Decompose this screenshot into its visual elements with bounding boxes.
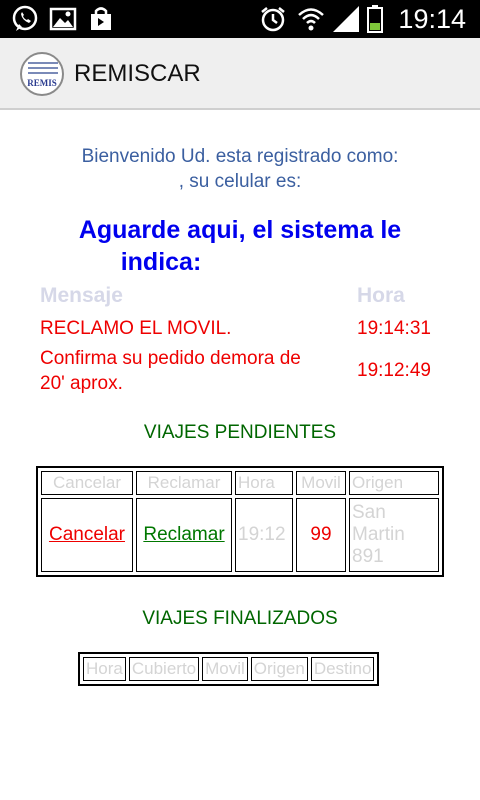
cancel-cell: Cancelar — [41, 498, 133, 572]
trip-origin-line-3: 891 — [352, 546, 384, 567]
signal-icon — [330, 6, 362, 32]
table-header-row: Cancelar Reclamar Hora Movil Origen — [41, 471, 439, 495]
alarm-icon — [258, 6, 288, 32]
trip-origin-line-2: Martin — [352, 524, 405, 545]
messages-header-time: Hora — [357, 284, 405, 307]
trip-origin: San Martin 891 — [349, 498, 439, 572]
messages-header-message: Mensaje — [40, 284, 123, 307]
header-origin: Origen — [349, 471, 439, 495]
wait-heading-line-1: Aguarde aqui, el sistema le — [78, 216, 402, 244]
trip-movil: 99 — [296, 498, 346, 572]
whatsapp-icon — [10, 5, 40, 32]
claim-cell: Reclamar — [136, 498, 232, 572]
status-bar: 19:14 — [0, 0, 480, 38]
claim-link[interactable]: Reclamar — [143, 524, 224, 545]
clock-time: 19:14 — [398, 4, 466, 34]
cancel-link[interactable]: Cancelar — [49, 524, 125, 545]
app-title: REMISCAR — [74, 60, 201, 87]
finished-trips-title: VIAJES FINALIZADOS — [142, 608, 338, 629]
pending-trips-table: Cancelar Reclamar Hora Movil Origen Canc… — [36, 466, 444, 577]
header-movil: Movil — [202, 657, 248, 681]
table-header-row: Hora Cubierto Movil Origen Destino — [83, 657, 375, 681]
table-row: Cancelar Reclamar 19:12 99 San Martin 89… — [41, 498, 439, 572]
shopping-bag-icon — [86, 6, 116, 32]
action-bar: REMIS REMISCAR — [0, 38, 480, 110]
trip-origin-line-1: San — [352, 502, 386, 523]
header-claim: Reclamar — [136, 471, 232, 495]
message-row-1-text: RECLAMO EL MOVIL. — [40, 318, 232, 339]
trip-time: 19:12 — [235, 498, 293, 572]
message-row-2-text-line-1: Confirma su pedido demora de — [40, 348, 301, 369]
app-logo[interactable]: REMIS — [20, 52, 64, 96]
message-row-2-text-line-2: 20' aprox. — [40, 373, 123, 394]
logo-lines — [28, 62, 58, 77]
header-origin: Origen — [250, 657, 308, 681]
message-row-2-time: 19:12:49 — [357, 360, 431, 381]
wifi-icon — [296, 6, 326, 32]
header-time: Hora — [83, 657, 126, 681]
wait-heading-line-2: indica: — [120, 248, 202, 276]
message-row-1-time: 19:14:31 — [357, 318, 431, 339]
header-time: Hora — [235, 471, 293, 495]
welcome-line-2: , su celular es: — [178, 171, 302, 192]
pending-trips-title: VIAJES PENDIENTES — [143, 422, 337, 443]
logo-text: REMIS — [27, 78, 57, 88]
header-destination: Destino — [310, 657, 375, 681]
welcome-line-1: Bienvenido Ud. esta registrado como: — [81, 146, 399, 167]
gallery-icon — [48, 6, 78, 32]
header-covered: Cubierto — [128, 657, 200, 681]
header-cancel: Cancelar — [41, 471, 133, 495]
finished-trips-table: Hora Cubierto Movil Origen Destino — [78, 652, 380, 686]
battery-icon — [366, 5, 384, 33]
header-movil: Movil — [296, 471, 346, 495]
